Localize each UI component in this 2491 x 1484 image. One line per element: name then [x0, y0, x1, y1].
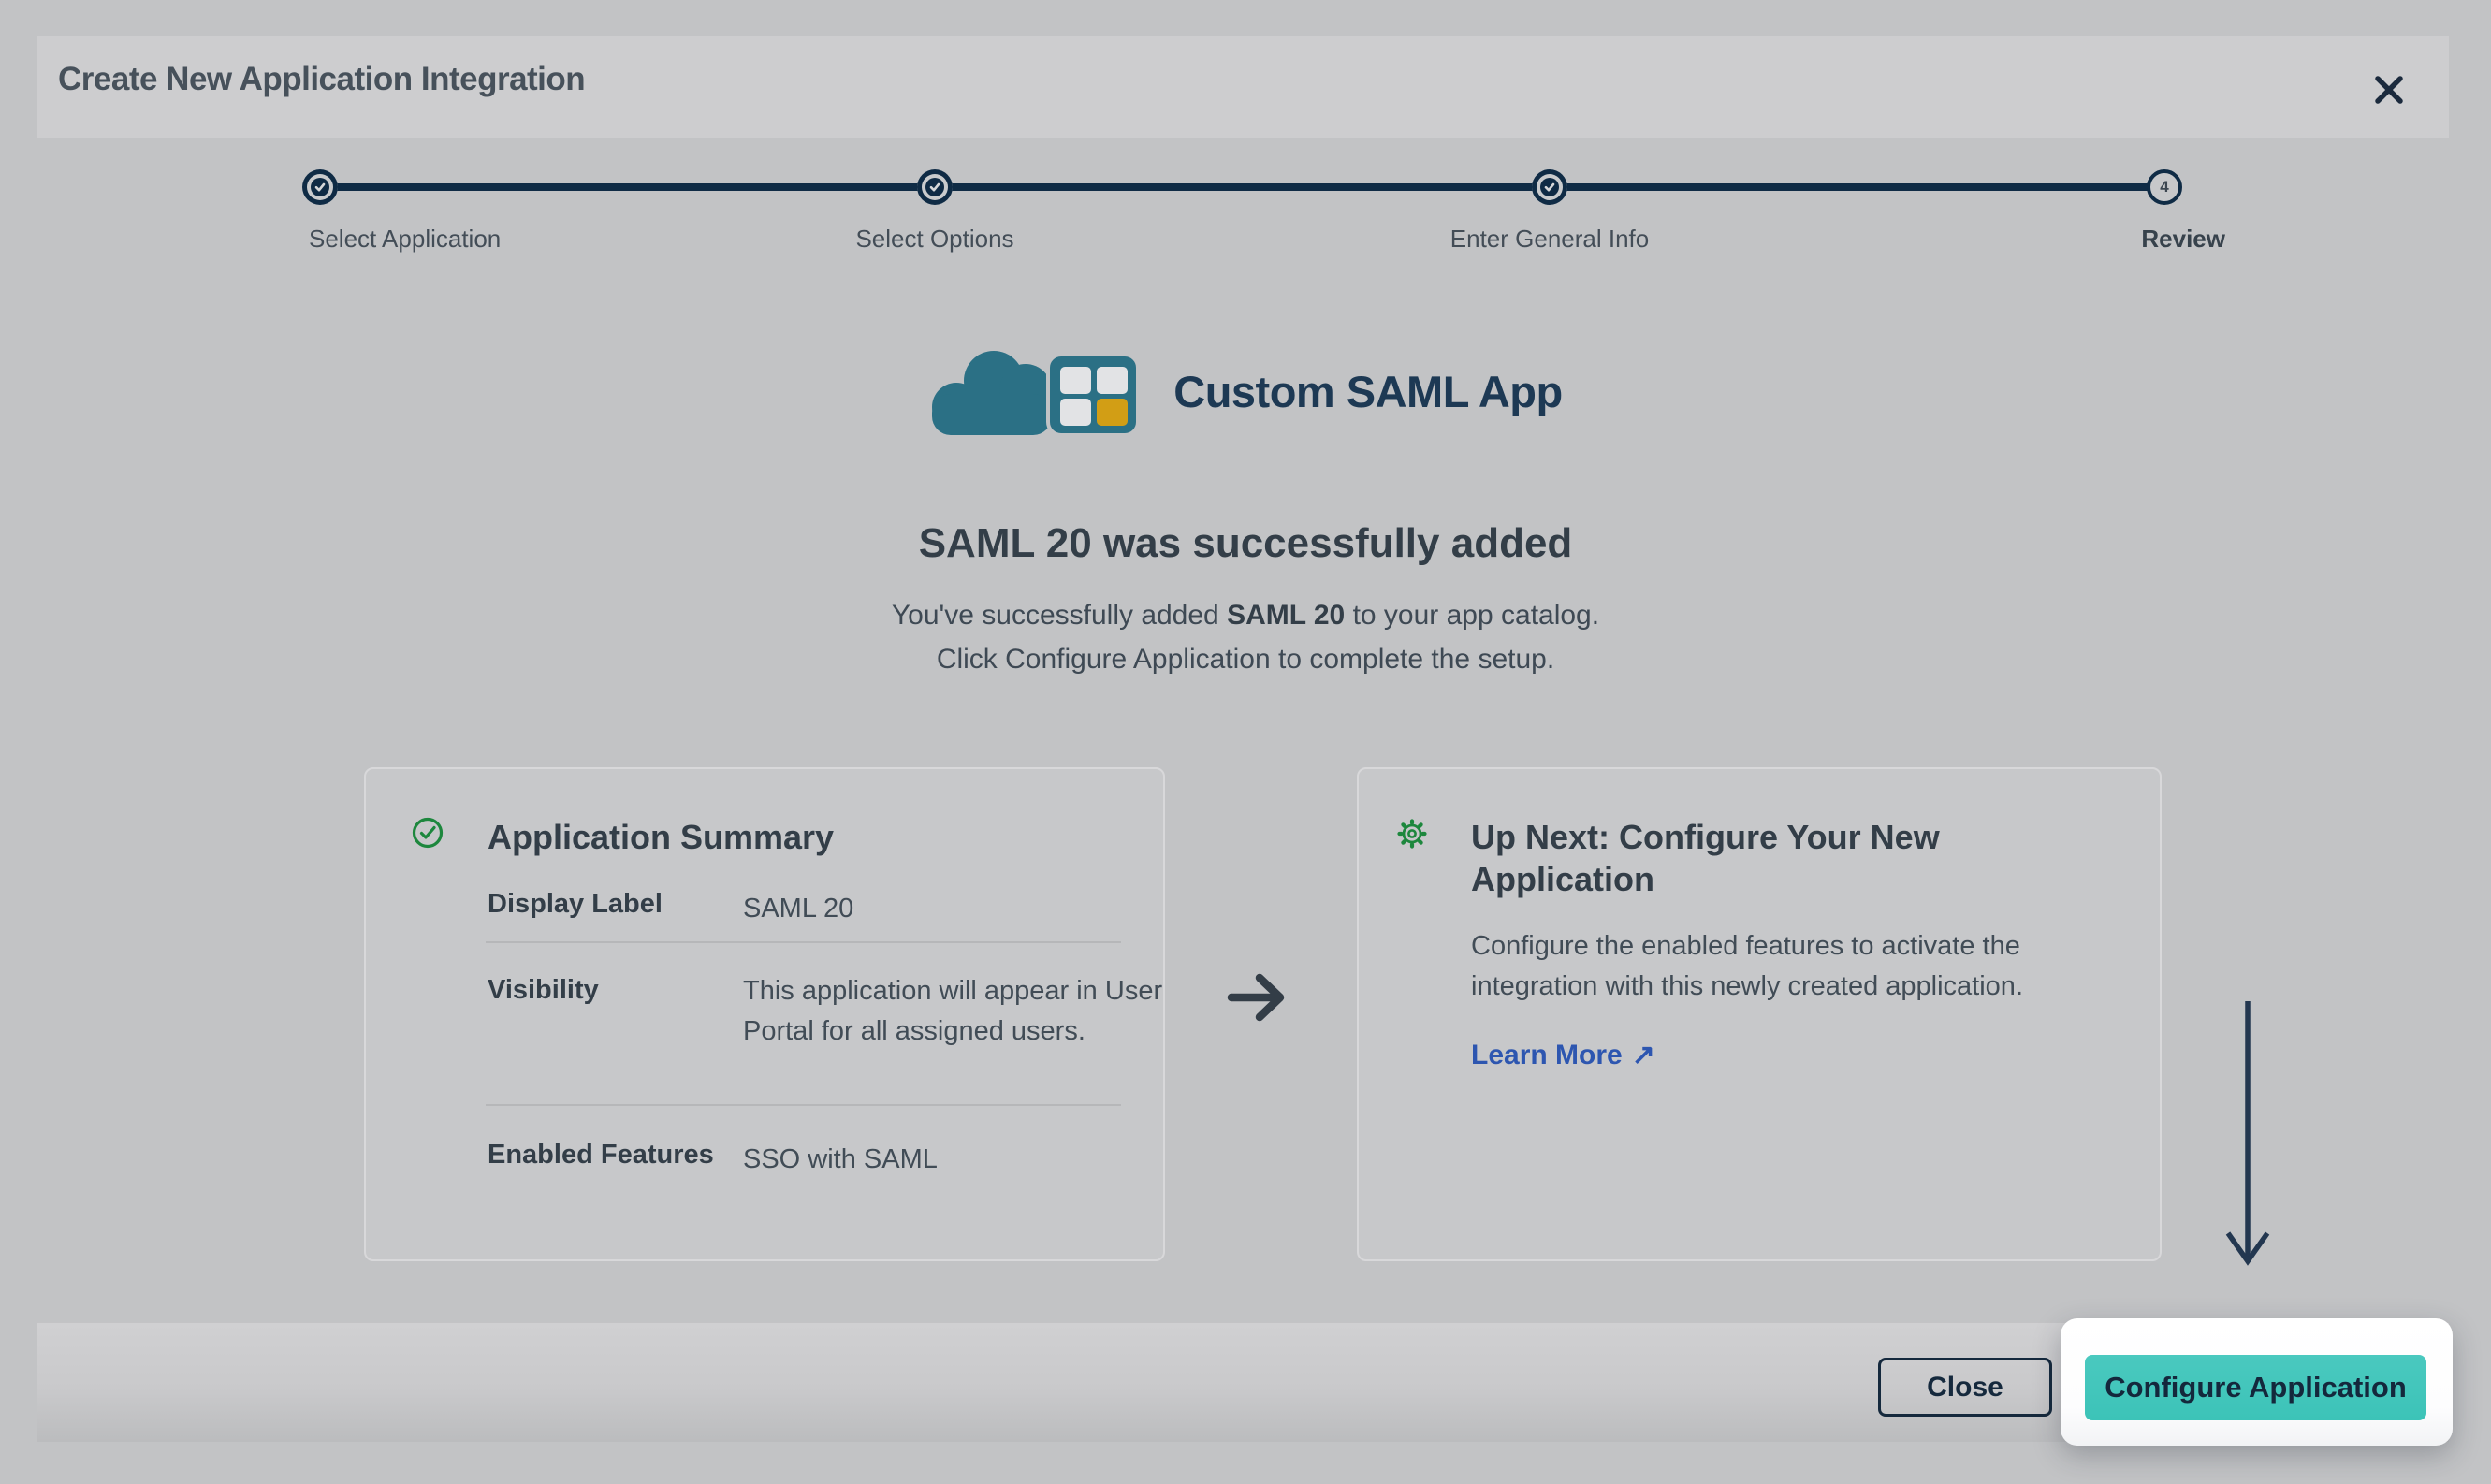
custom-saml-app-cloud-grid-icon: [928, 342, 1140, 442]
right-arrow-icon: [1224, 969, 1291, 1030]
step-4-number: 4: [2160, 178, 2168, 196]
step-label-enter-general-info: Enter General Info: [1450, 225, 1649, 254]
step-3-complete-check-icon: [1532, 169, 1567, 205]
summary-row-label: Visibility: [488, 975, 599, 1006]
app-logo: Custom SAML App: [0, 342, 2491, 440]
green-check-circle-icon: [411, 816, 444, 854]
create-application-dialog: Create New Application Integration 4 Sel…: [0, 0, 2491, 1484]
success-message-line2: Click Configure Application to complete …: [937, 644, 1554, 675]
summary-row-label: Display Label: [488, 889, 663, 920]
external-link-arrow-icon: ↗: [1632, 1040, 1655, 1070]
summary-row-value: SSO with SAML: [743, 1140, 938, 1180]
configure-application-button[interactable]: Configure Application: [2085, 1355, 2426, 1420]
app-logo-text: Custom SAML App: [1173, 366, 1562, 417]
summary-row-value: SAML 20: [743, 889, 853, 929]
step-label-select-application: Select Application: [309, 225, 501, 254]
success-message-line1: You've successfully added SAML 20 to you…: [892, 600, 1599, 631]
step-2-complete-check-icon: [917, 169, 953, 205]
row-divider: [486, 1104, 1121, 1106]
row-divider: [486, 941, 1121, 943]
learn-more-link[interactable]: Learn More↗: [1471, 1039, 1655, 1071]
summary-row-label: Enabled Features: [488, 1140, 714, 1171]
summary-card-title: Application Summary: [488, 816, 834, 858]
close-icon: [2372, 73, 2406, 109]
dialog-title: Create New Application Integration: [58, 61, 585, 98]
summary-row-value: This application will appear in User Por…: [743, 971, 1163, 1052]
step-4-current-indicator: 4: [2147, 169, 2182, 205]
green-gear-icon: [1396, 818, 1428, 854]
down-arrow-annotation-icon: [2225, 999, 2270, 1277]
stepper-progress-line: [320, 183, 2164, 191]
up-next-card: Up Next: Configure Your New Application …: [1357, 767, 2162, 1261]
step-label-review: Review: [2141, 225, 2225, 254]
spotlight-highlight-panel: Configure Application: [2061, 1318, 2453, 1446]
step-1-complete-check-icon: [302, 169, 338, 205]
app-name-emphasis: SAML 20: [1227, 600, 1345, 631]
application-summary-card: Application Summary Display Label SAML 2…: [364, 767, 1165, 1261]
close-button[interactable]: Close: [1878, 1358, 2052, 1417]
success-heading: SAML 20 was successfully added: [0, 520, 2491, 567]
step-label-select-options: Select Options: [855, 225, 1013, 254]
up-next-card-body: Configure the enabled features to activa…: [1471, 926, 2093, 1007]
close-dialog-button[interactable]: [2368, 70, 2410, 111]
up-next-card-title: Up Next: Configure Your New Application: [1471, 816, 1958, 900]
dialog-header: Create New Application Integration: [37, 36, 2449, 138]
success-message: You've successfully added SAML 20 to you…: [0, 593, 2491, 681]
